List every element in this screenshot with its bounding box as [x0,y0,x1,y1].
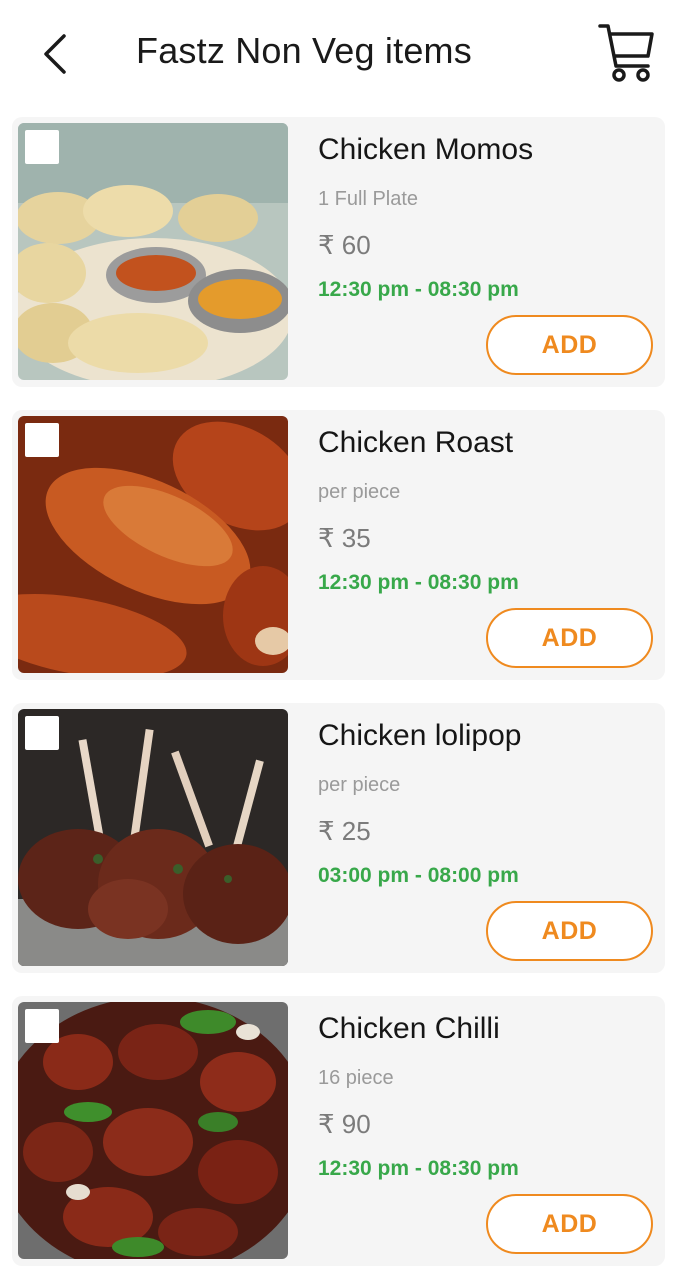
item-timing: 12:30 pm - 08:30 pm [318,571,519,594]
select-checkbox[interactable] [25,1009,59,1043]
cart-icon [598,24,654,82]
select-checkbox[interactable] [25,423,59,457]
item-price: ₹ 90 [318,1109,371,1139]
add-button[interactable]: ADD [486,315,653,375]
item-timing: 12:30 pm - 08:30 pm [318,1157,519,1180]
item-name: Chicken Momos [318,133,534,166]
item-timing: 12:30 pm - 08:30 pm [318,278,519,301]
list-item: Chicken Momos 1 Full Plate ₹ 60 12:30 pm… [12,117,665,387]
item-name: Chicken Chilli [318,1012,500,1045]
item-unit: per piece [318,481,401,503]
item-name: Chicken Roast [318,426,514,459]
app-header: Fastz Non Veg items [0,0,676,108]
item-name: Chicken lolipop [318,719,522,752]
item-image-momos [18,123,288,380]
add-button[interactable]: ADD [486,901,653,961]
item-unit: 1 Full Plate [318,188,419,210]
item-unit: 16 piece [318,1067,394,1089]
item-image-chilli [18,1002,288,1259]
list-item: Chicken Roast per piece ₹ 35 12:30 pm - … [12,410,665,680]
cart-button[interactable] [596,22,656,84]
select-checkbox[interactable] [25,130,59,164]
back-button[interactable] [30,28,78,80]
item-image-lolipop [18,709,288,966]
list-item: Chicken Chilli 16 piece ₹ 90 12:30 pm - … [12,996,665,1266]
page-title: Fastz Non Veg items [136,30,472,71]
item-timing: 03:00 pm - 08:00 pm [318,864,519,887]
list-item: Chicken lolipop per piece ₹ 25 03:00 pm … [12,703,665,973]
item-unit: per piece [318,774,401,796]
item-price: ₹ 60 [318,230,371,260]
item-price: ₹ 35 [318,523,371,553]
item-price: ₹ 25 [318,816,371,846]
item-image-roast [18,416,288,673]
add-button[interactable]: ADD [486,608,653,668]
chevron-left-icon [44,34,66,74]
select-checkbox[interactable] [25,716,59,750]
add-button[interactable]: ADD [486,1194,653,1254]
item-list: Chicken Momos 1 Full Plate ₹ 60 12:30 pm… [12,117,665,1280]
